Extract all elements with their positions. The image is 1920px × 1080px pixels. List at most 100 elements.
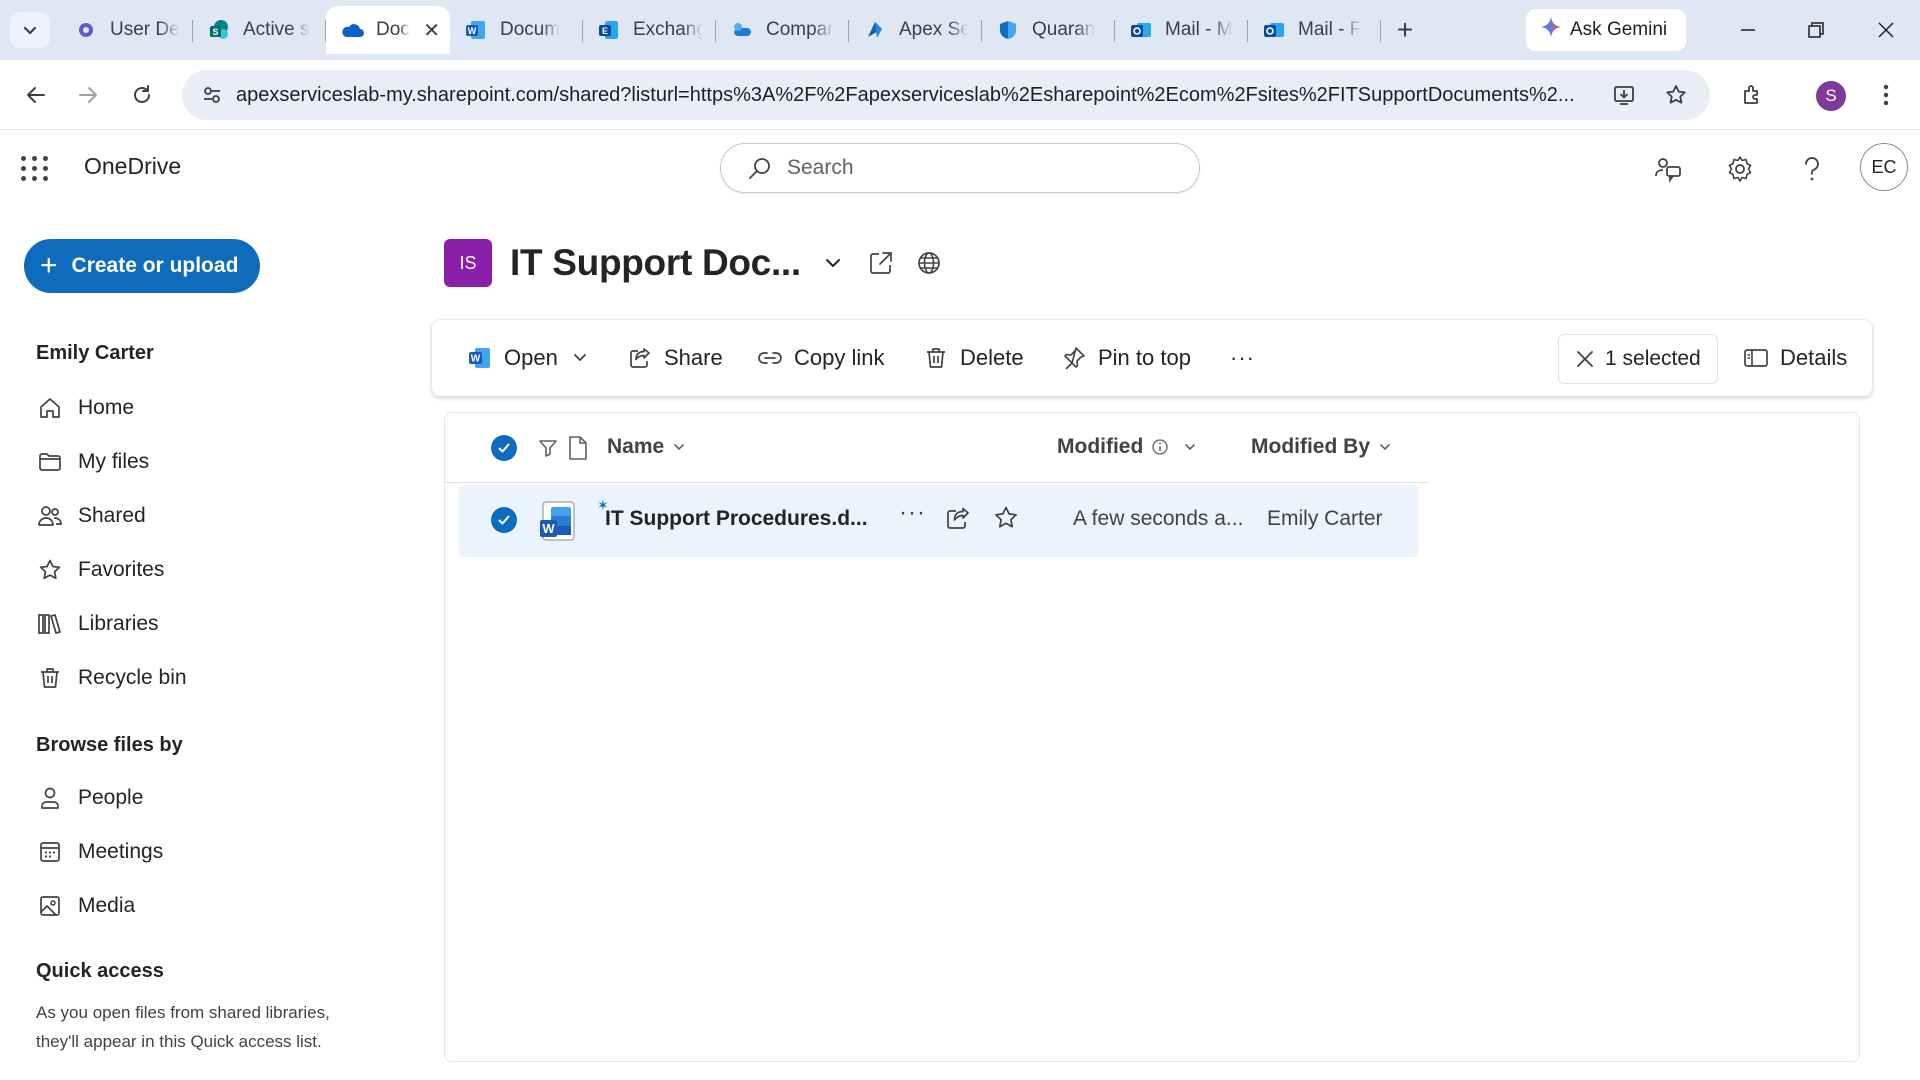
- svg-text:S: S: [212, 27, 218, 37]
- sidebar-item-home[interactable]: Home: [36, 388, 134, 428]
- close-window-icon[interactable]: [1856, 6, 1916, 54]
- delete-button[interactable]: Delete: [922, 338, 1024, 378]
- select-all-checkbox[interactable]: [491, 435, 517, 461]
- sidebar-item-people[interactable]: People: [36, 778, 143, 818]
- sidebar-item-my-files[interactable]: My files: [36, 442, 149, 482]
- app-launcher-waffle-icon[interactable]: [20, 153, 50, 183]
- sidebar-item-shared[interactable]: Shared: [36, 496, 146, 536]
- more-actions-button[interactable]: ···: [1230, 338, 1255, 378]
- row-share-icon[interactable]: [945, 505, 971, 537]
- compare-icon: [730, 18, 754, 42]
- tab-user-details[interactable]: User De: [60, 6, 193, 54]
- library-badge: IS: [444, 239, 492, 287]
- column-modified-by-label: Modified By: [1251, 435, 1370, 458]
- svg-text:W: W: [542, 521, 555, 536]
- settings-gear-icon[interactable]: [1720, 149, 1760, 189]
- help-question-icon[interactable]: [1792, 149, 1832, 189]
- tab-documents-active[interactable]: Doc ✕: [326, 6, 450, 54]
- outlook-icon: [1262, 18, 1286, 42]
- sidebar-item-recycle-bin[interactable]: Recycle bin: [36, 658, 187, 698]
- reload-icon[interactable]: [120, 73, 164, 117]
- sidebar-item-media[interactable]: Media: [36, 886, 135, 926]
- tab-quarantine[interactable]: Quaran: [982, 6, 1115, 54]
- forward-arrow-icon[interactable]: [66, 73, 110, 117]
- search-input[interactable]: [787, 156, 1167, 180]
- install-app-icon[interactable]: [1604, 75, 1644, 115]
- tab-title: User De: [110, 19, 180, 40]
- tab-exchange[interactable]: E Exchang: [583, 6, 716, 54]
- file-list: Name Modified Modified By W ✶ IT Support…: [444, 412, 1860, 1062]
- pin-to-top-button[interactable]: Pin to top: [1060, 338, 1191, 378]
- tab-list: User De S Active s Doc ✕ W Docum E Excha…: [60, 6, 1429, 60]
- file-modified-by[interactable]: Emily Carter: [1267, 507, 1383, 531]
- row-select-checkbox[interactable]: [491, 507, 517, 533]
- bookmark-star-icon[interactable]: [1656, 75, 1696, 115]
- share-button[interactable]: Share: [626, 338, 723, 378]
- tab-mail-2[interactable]: Mail - F: [1248, 6, 1381, 54]
- tab-mail-1[interactable]: Mail - M: [1115, 6, 1248, 54]
- minimize-icon[interactable]: [1718, 6, 1778, 54]
- search-box[interactable]: [720, 143, 1200, 193]
- info-icon[interactable]: [1151, 438, 1169, 456]
- extensions-icon[interactable]: [1730, 73, 1774, 117]
- file-name[interactable]: IT Support Procedures.d...: [605, 507, 868, 531]
- column-header-modified[interactable]: Modified: [1057, 435, 1197, 459]
- sharepoint-icon: S: [207, 18, 231, 42]
- copy-link-button[interactable]: Copy link: [756, 338, 884, 378]
- sidebar-item-meetings[interactable]: Meetings: [36, 832, 163, 872]
- ask-gemini-button[interactable]: Ask Gemini: [1526, 9, 1686, 51]
- sidebar-item-label: People: [78, 786, 144, 809]
- share-label: Share: [664, 345, 723, 370]
- tab-search-chevron-icon[interactable]: [10, 12, 50, 48]
- row-favorite-star-icon[interactable]: [993, 505, 1019, 537]
- tab-active-sites[interactable]: S Active s: [193, 6, 326, 54]
- sidebar-item-label: Recycle bin: [78, 666, 187, 689]
- create-or-upload-label: Create or upload: [71, 254, 239, 277]
- feedback-icon[interactable]: [1648, 149, 1688, 189]
- browser-profile-avatar[interactable]: S: [1816, 81, 1846, 111]
- restore-icon[interactable]: [1786, 6, 1846, 54]
- edge-icon: [863, 18, 887, 42]
- word-icon: W: [464, 18, 488, 42]
- row-more-actions-button[interactable]: ···: [899, 499, 926, 527]
- back-arrow-icon[interactable]: [14, 73, 58, 117]
- create-or-upload-button[interactable]: + Create or upload: [24, 239, 260, 293]
- app-brand-title[interactable]: OneDrive: [84, 153, 181, 180]
- table-row[interactable]: W ✶ IT Support Procedures.d... ··· A few…: [459, 485, 1419, 557]
- open-in-new-icon[interactable]: [865, 247, 897, 279]
- user-avatar[interactable]: EC: [1860, 143, 1908, 191]
- url-text: apexserviceslab-my.sharepoint.com/shared…: [236, 83, 1575, 106]
- sidebar-item-libraries[interactable]: Libraries: [36, 604, 159, 644]
- sidebar-item-favorites[interactable]: Favorites: [36, 550, 164, 590]
- open-button[interactable]: W Open: [466, 338, 588, 378]
- chevron-down-icon[interactable]: [817, 247, 849, 279]
- details-button[interactable]: Details: [1742, 338, 1847, 378]
- sidebar-item-label: Meetings: [78, 840, 164, 863]
- clear-selection-close-icon[interactable]: [1575, 349, 1595, 369]
- tab-title: Apex Se: [899, 19, 969, 40]
- column-header-modified-by[interactable]: Modified By: [1251, 435, 1392, 459]
- close-tab-icon[interactable]: ✕: [423, 18, 440, 43]
- browser-menu-kebab-icon[interactable]: [1864, 73, 1908, 117]
- address-bar[interactable]: apexserviceslab-my.sharepoint.com/shared…: [182, 70, 1710, 120]
- tab-compare[interactable]: Compar: [716, 6, 849, 54]
- tab-title: Mail - M: [1165, 19, 1233, 40]
- new-tab-button[interactable]: +: [1381, 6, 1429, 54]
- library-title[interactable]: IT Support Doc...: [510, 242, 801, 284]
- tab-title: Exchang: [633, 19, 703, 40]
- plus-icon: +: [40, 249, 58, 282]
- column-name-label: Name: [607, 435, 665, 458]
- column-header-name[interactable]: Name: [607, 435, 686, 459]
- selection-count-pill[interactable]: 1 selected: [1558, 334, 1718, 384]
- filter-icon[interactable]: [537, 437, 559, 459]
- browse-files-by-heading: Browse files by: [36, 734, 183, 756]
- globe-icon[interactable]: [913, 247, 945, 279]
- library-header: IS IT Support Doc...: [444, 238, 945, 288]
- details-label: Details: [1780, 345, 1848, 370]
- column-modified-label: Modified: [1057, 435, 1144, 458]
- tab-documents-word[interactable]: W Docum: [450, 6, 583, 54]
- site-info-icon[interactable]: [192, 75, 232, 115]
- tab-apex-services[interactable]: Apex Se: [849, 6, 982, 54]
- file-type-column-icon[interactable]: [567, 435, 589, 461]
- browser-tab-strip: User De S Active s Doc ✕ W Docum E Excha…: [0, 0, 1920, 60]
